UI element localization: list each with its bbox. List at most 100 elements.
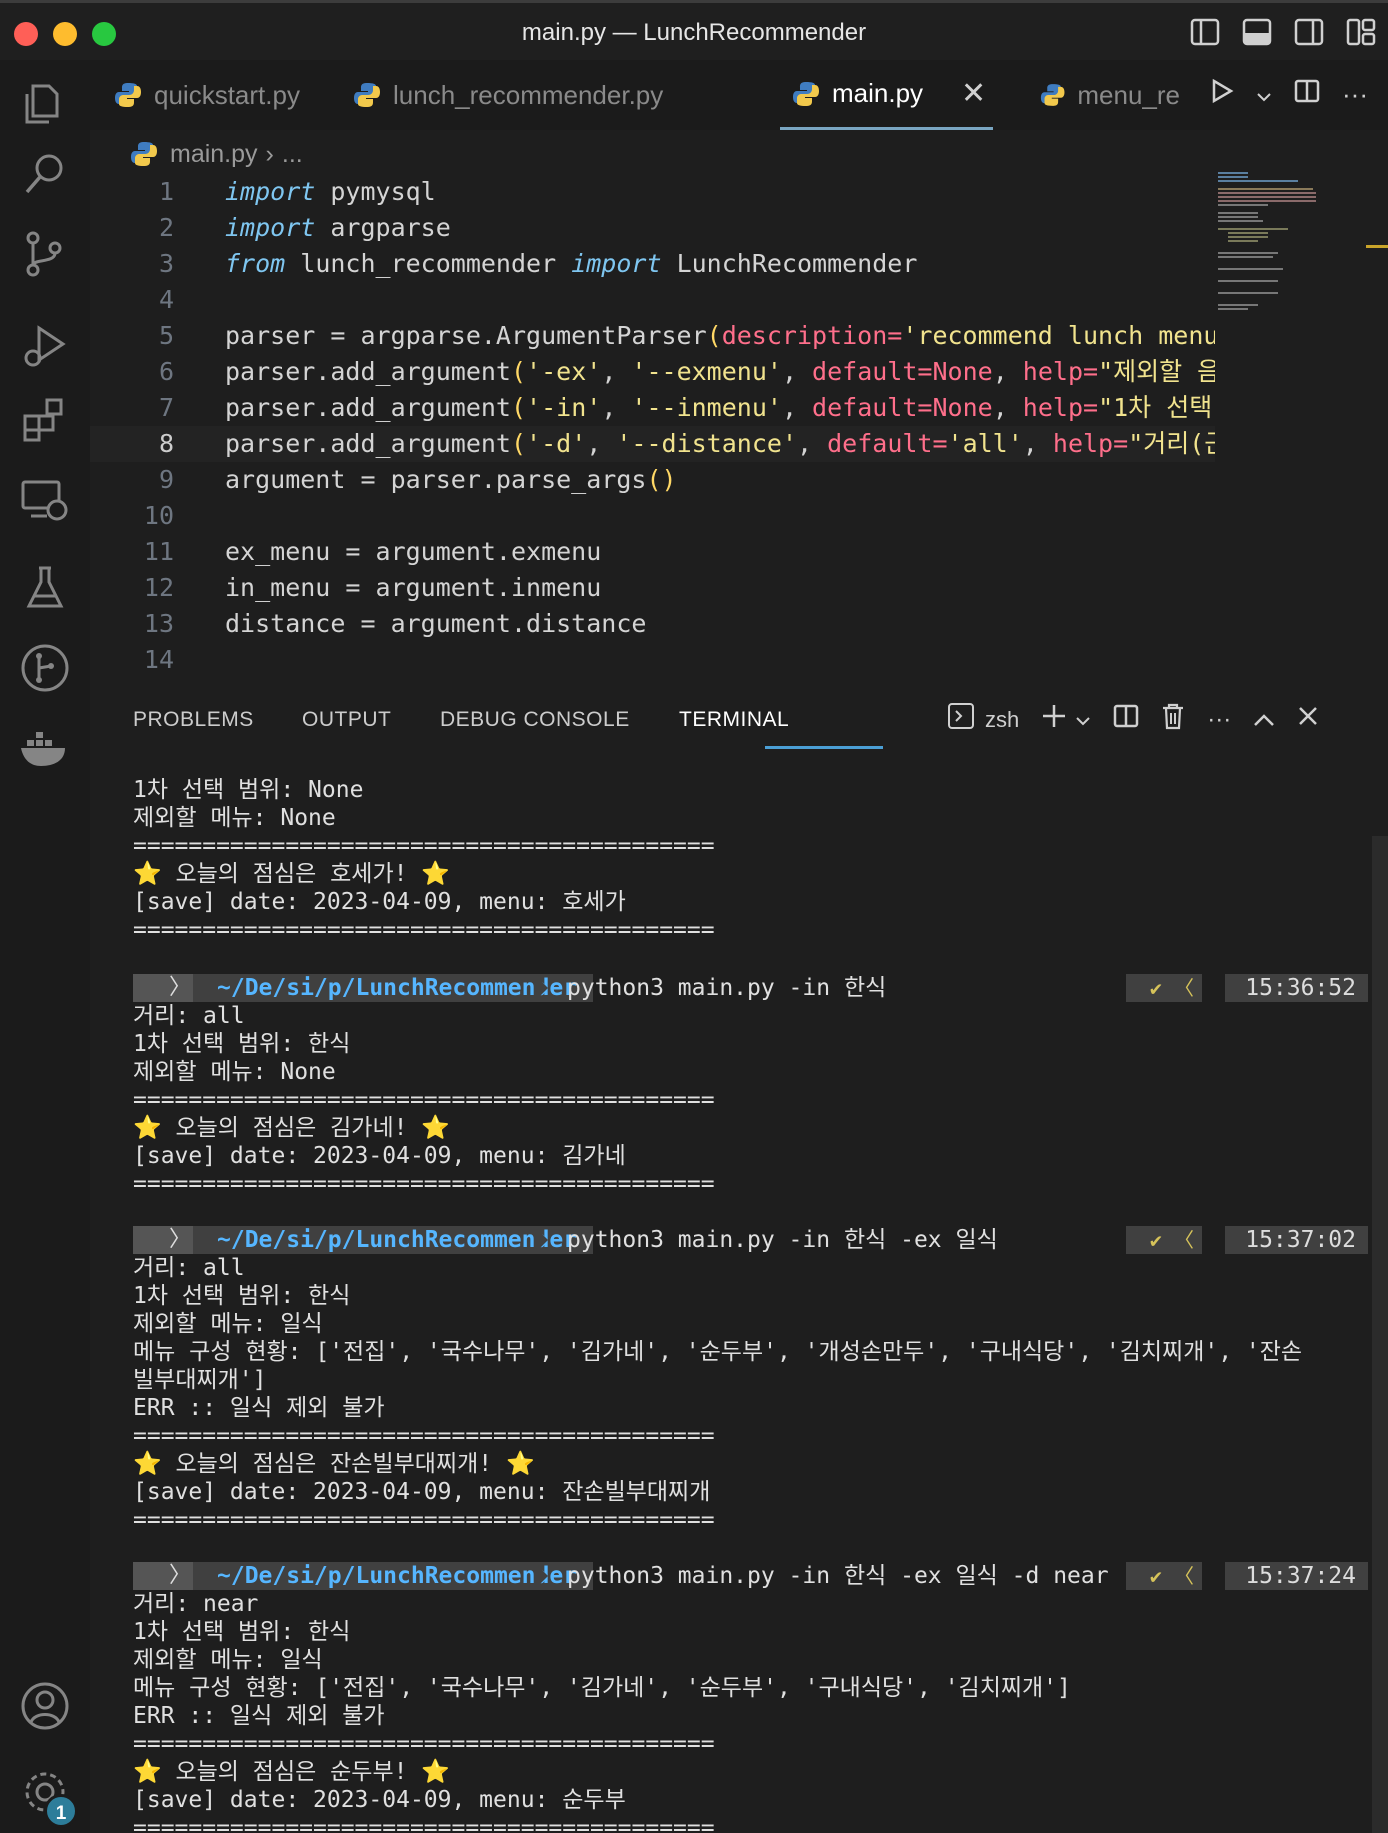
toggle-secondary-sidebar-icon[interactable] xyxy=(1294,18,1324,46)
terminal-scrollbar[interactable] xyxy=(1372,836,1388,1833)
code-text: lunch_recommender xyxy=(285,249,572,278)
code-text: , xyxy=(781,393,813,422)
python-file-icon xyxy=(131,142,157,166)
run-icon[interactable] xyxy=(1210,78,1234,111)
remote-explorer-icon[interactable] xyxy=(19,474,71,526)
prompt-time: 15:37:02 xyxy=(1225,1226,1368,1254)
line-number: 14 xyxy=(143,645,174,674)
terminal-line: [save] date: 2023-04-09, menu: 김가네 xyxy=(133,1143,626,1169)
code-text: , xyxy=(992,357,1023,386)
split-editor-icon[interactable] xyxy=(1294,78,1320,111)
operator: = xyxy=(1083,357,1099,386)
tab-label: lunch_recommender.py xyxy=(393,79,664,110)
line-number: 4 xyxy=(158,285,174,314)
code-text: distance = argument.distance xyxy=(225,609,647,638)
terminal-line: [save] date: 2023-04-09, menu: 호세가 xyxy=(133,889,626,915)
code-text: , xyxy=(1022,429,1053,458)
tab-output[interactable]: OUTPUT xyxy=(302,708,391,732)
prompt-arrow xyxy=(534,1226,548,1254)
tab-main[interactable]: main.py ✕ xyxy=(780,60,993,130)
terminal-line: ========================================… xyxy=(133,1087,715,1113)
prompt-command: python3 main.py -in 한식 xyxy=(567,975,887,1001)
terminal-line: [save] date: 2023-04-09, menu: 순두부 xyxy=(133,1787,626,1813)
settings-badge: 1 xyxy=(44,1794,78,1828)
string: 'all' xyxy=(947,429,1023,458)
operator: = xyxy=(1083,393,1099,422)
minimap[interactable] xyxy=(1218,172,1318,322)
code-text: , xyxy=(601,393,632,422)
string: '-d' xyxy=(526,429,587,458)
code-editor[interactable]: 1 import pymysql 2 import argparse 3 from l… xyxy=(90,174,1388,674)
tab-lunch-recommender[interactable]: lunch_recommender.py xyxy=(353,60,663,130)
tab-debug-console[interactable]: DEBUG CONSOLE xyxy=(440,708,630,732)
terminal-line: 제외할 메뉴: 일식 xyxy=(133,1311,323,1337)
minimap-marker xyxy=(1366,245,1388,248)
search-icon[interactable] xyxy=(19,148,71,200)
terminal-line: ⭐ 오늘의 점심은 김가네! ⭐ xyxy=(133,1115,450,1141)
terminal-prompt: 〉 ~/De/si/p/LunchRecommender python3 mai… xyxy=(133,1226,1368,1254)
value: None xyxy=(932,357,993,386)
chevron-down-icon[interactable] xyxy=(1256,79,1272,110)
customize-layout-icon[interactable] xyxy=(1346,18,1376,46)
python-file-icon xyxy=(115,83,141,107)
maximize-panel-icon[interactable] xyxy=(1253,706,1275,734)
git-graph-icon[interactable] xyxy=(19,642,71,694)
more-actions-icon[interactable]: ··· xyxy=(1342,79,1368,110)
prompt-command: python3 main.py -in 한식 -ex 일식 xyxy=(567,1227,998,1253)
tab-quickstart[interactable]: quickstart.py xyxy=(114,60,300,130)
trash-icon[interactable] xyxy=(1161,702,1185,737)
run-debug-icon[interactable] xyxy=(19,320,71,372)
testing-icon[interactable] xyxy=(19,562,71,614)
terminal-line: ========================================… xyxy=(133,1423,715,1449)
terminal-line: 1차 선택 범위: 한식 xyxy=(133,1283,351,1309)
line-number: 1 xyxy=(158,177,174,206)
terminal-line: 1차 선택 범위: None xyxy=(133,777,364,803)
breadcrumb-rest[interactable]: ... xyxy=(282,140,303,169)
code-line: 6 parser.add_argument('-ex', '--exmenu', … xyxy=(90,354,1215,390)
line-number: 6 xyxy=(158,357,174,386)
param: help xyxy=(1022,357,1084,386)
check-icon: ✔ 〈 xyxy=(1125,974,1202,1002)
close-icon[interactable]: ✕ xyxy=(961,76,986,111)
split-terminal-icon[interactable] xyxy=(1113,703,1139,736)
activity-bar xyxy=(0,60,90,1833)
param: default xyxy=(812,357,918,386)
line-number: 3 xyxy=(158,249,174,278)
operator: = xyxy=(917,393,933,422)
paren: ( xyxy=(510,393,527,422)
tab-menu-re[interactable]: menu_re xyxy=(1040,60,1180,130)
chevron-down-icon[interactable] xyxy=(1075,706,1091,734)
toggle-primary-sidebar-icon[interactable] xyxy=(1190,18,1220,46)
string: '--inmenu' xyxy=(631,393,782,422)
terminal[interactable]: 1차 선택 범위: None 제외할 메뉴: None ============… xyxy=(133,776,1368,1833)
more-actions-icon[interactable]: ··· xyxy=(1207,706,1231,734)
extensions-icon[interactable] xyxy=(19,394,71,446)
breadcrumb-file[interactable]: main.py xyxy=(170,140,258,169)
string: "거리(근거리 xyxy=(1128,429,1215,458)
param: help xyxy=(1022,393,1084,422)
explorer-icon[interactable] xyxy=(19,78,71,130)
line-number: 12 xyxy=(143,573,174,602)
prompt-time: 15:36:52 xyxy=(1225,974,1368,1002)
terminal-shell-icon[interactable] xyxy=(947,702,975,737)
code-line: 3 from lunch_recommender import LunchReco… xyxy=(90,246,1215,282)
code-text: pymysql xyxy=(315,177,436,206)
account-icon[interactable] xyxy=(19,1680,71,1732)
docker-icon[interactable] xyxy=(19,722,71,774)
python-file-icon xyxy=(354,83,380,107)
terminal-shell-name[interactable]: zsh xyxy=(985,707,1019,733)
tab-problems[interactable]: PROBLEMS xyxy=(133,708,254,732)
param: default xyxy=(827,429,933,458)
close-panel-icon[interactable] xyxy=(1297,705,1319,734)
new-terminal-icon[interactable] xyxy=(1041,703,1067,736)
prompt-chevron-icon: 〉 xyxy=(133,1226,193,1254)
string: '-in' xyxy=(526,393,602,422)
source-control-icon[interactable] xyxy=(19,228,71,280)
terminal-line: 거리: near xyxy=(133,1591,259,1617)
tab-terminal[interactable]: TERMINAL xyxy=(679,708,789,732)
breadcrumb: main.py › ... xyxy=(130,134,303,174)
code-text: argparse xyxy=(315,213,451,242)
line-number: 7 xyxy=(158,393,174,422)
editor-tabs: quickstart.py lunch_recommender.py main.… xyxy=(90,60,1388,130)
toggle-panel-icon[interactable] xyxy=(1242,18,1272,46)
